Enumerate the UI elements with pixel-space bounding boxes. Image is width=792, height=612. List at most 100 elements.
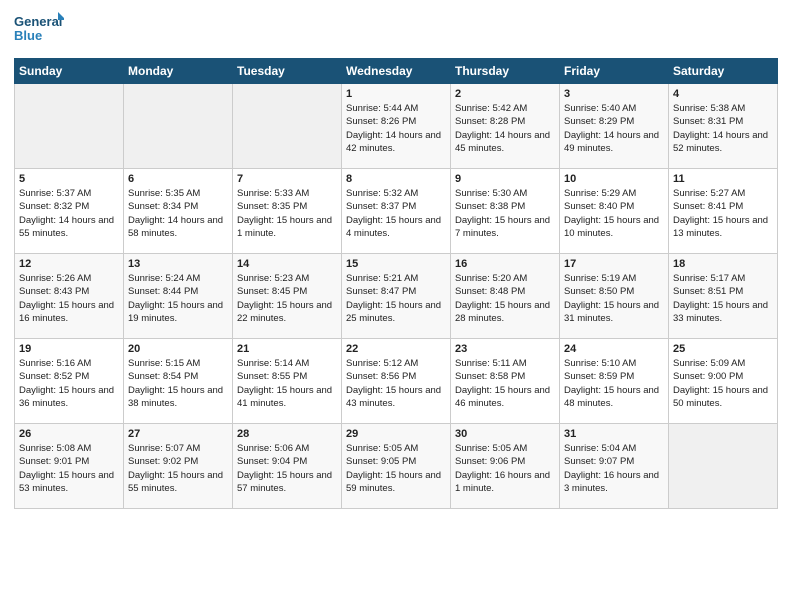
day-info: Sunrise: 5:33 AMSunset: 8:35 PMDaylight:… [237, 187, 337, 240]
logo-icon: General Blue [14, 10, 64, 50]
day-info: Sunrise: 5:15 AMSunset: 8:54 PMDaylight:… [128, 357, 228, 410]
day-info: Sunrise: 5:14 AMSunset: 8:55 PMDaylight:… [237, 357, 337, 410]
day-number: 20 [128, 343, 228, 355]
calendar-cell: 1 Sunrise: 5:44 AMSunset: 8:26 PMDayligh… [342, 84, 451, 169]
day-number: 31 [564, 428, 664, 440]
day-info: Sunrise: 5:42 AMSunset: 8:28 PMDaylight:… [455, 102, 555, 155]
day-info: Sunrise: 5:12 AMSunset: 8:56 PMDaylight:… [346, 357, 446, 410]
day-info: Sunrise: 5:30 AMSunset: 8:38 PMDaylight:… [455, 187, 555, 240]
day-info: Sunrise: 5:16 AMSunset: 8:52 PMDaylight:… [19, 357, 119, 410]
calendar-cell: 23 Sunrise: 5:11 AMSunset: 8:58 PMDaylig… [451, 339, 560, 424]
week-row-3: 12 Sunrise: 5:26 AMSunset: 8:43 PMDaylig… [15, 254, 778, 339]
calendar-cell: 20 Sunrise: 5:15 AMSunset: 8:54 PMDaylig… [124, 339, 233, 424]
svg-text:Blue: Blue [14, 28, 42, 43]
weekday-header-thursday: Thursday [451, 59, 560, 84]
calendar-cell: 10 Sunrise: 5:29 AMSunset: 8:40 PMDaylig… [560, 169, 669, 254]
calendar-cell: 12 Sunrise: 5:26 AMSunset: 8:43 PMDaylig… [15, 254, 124, 339]
calendar-cell: 26 Sunrise: 5:08 AMSunset: 9:01 PMDaylig… [15, 424, 124, 509]
day-number: 21 [237, 343, 337, 355]
day-info: Sunrise: 5:21 AMSunset: 8:47 PMDaylight:… [346, 272, 446, 325]
page: General Blue SundayMondayTuesdayWednesda… [0, 0, 792, 519]
calendar-cell: 25 Sunrise: 5:09 AMSunset: 9:00 PMDaylig… [669, 339, 778, 424]
week-row-4: 19 Sunrise: 5:16 AMSunset: 8:52 PMDaylig… [15, 339, 778, 424]
day-number: 28 [237, 428, 337, 440]
weekday-header-monday: Monday [124, 59, 233, 84]
day-number: 3 [564, 88, 664, 100]
day-info: Sunrise: 5:44 AMSunset: 8:26 PMDaylight:… [346, 102, 446, 155]
calendar-cell: 29 Sunrise: 5:05 AMSunset: 9:05 PMDaylig… [342, 424, 451, 509]
logo: General Blue [14, 10, 64, 50]
weekday-header-friday: Friday [560, 59, 669, 84]
calendar-cell: 13 Sunrise: 5:24 AMSunset: 8:44 PMDaylig… [124, 254, 233, 339]
calendar-cell [669, 424, 778, 509]
calendar-cell [15, 84, 124, 169]
day-info: Sunrise: 5:23 AMSunset: 8:45 PMDaylight:… [237, 272, 337, 325]
day-info: Sunrise: 5:09 AMSunset: 9:00 PMDaylight:… [673, 357, 773, 410]
day-number: 26 [19, 428, 119, 440]
day-number: 9 [455, 173, 555, 185]
week-row-1: 1 Sunrise: 5:44 AMSunset: 8:26 PMDayligh… [15, 84, 778, 169]
day-info: Sunrise: 5:05 AMSunset: 9:05 PMDaylight:… [346, 442, 446, 495]
day-number: 30 [455, 428, 555, 440]
day-number: 13 [128, 258, 228, 270]
calendar-cell: 15 Sunrise: 5:21 AMSunset: 8:47 PMDaylig… [342, 254, 451, 339]
day-number: 7 [237, 173, 337, 185]
weekday-header-sunday: Sunday [15, 59, 124, 84]
calendar-cell [124, 84, 233, 169]
day-info: Sunrise: 5:40 AMSunset: 8:29 PMDaylight:… [564, 102, 664, 155]
calendar-cell: 9 Sunrise: 5:30 AMSunset: 8:38 PMDayligh… [451, 169, 560, 254]
day-number: 19 [19, 343, 119, 355]
calendar-cell: 6 Sunrise: 5:35 AMSunset: 8:34 PMDayligh… [124, 169, 233, 254]
day-number: 23 [455, 343, 555, 355]
day-info: Sunrise: 5:19 AMSunset: 8:50 PMDaylight:… [564, 272, 664, 325]
day-info: Sunrise: 5:04 AMSunset: 9:07 PMDaylight:… [564, 442, 664, 495]
day-number: 22 [346, 343, 446, 355]
calendar-cell: 5 Sunrise: 5:37 AMSunset: 8:32 PMDayligh… [15, 169, 124, 254]
day-number: 12 [19, 258, 119, 270]
day-info: Sunrise: 5:20 AMSunset: 8:48 PMDaylight:… [455, 272, 555, 325]
calendar-cell: 11 Sunrise: 5:27 AMSunset: 8:41 PMDaylig… [669, 169, 778, 254]
calendar-cell [233, 84, 342, 169]
day-info: Sunrise: 5:37 AMSunset: 8:32 PMDaylight:… [19, 187, 119, 240]
calendar-cell: 27 Sunrise: 5:07 AMSunset: 9:02 PMDaylig… [124, 424, 233, 509]
day-number: 17 [564, 258, 664, 270]
calendar-cell: 4 Sunrise: 5:38 AMSunset: 8:31 PMDayligh… [669, 84, 778, 169]
day-info: Sunrise: 5:29 AMSunset: 8:40 PMDaylight:… [564, 187, 664, 240]
day-info: Sunrise: 5:17 AMSunset: 8:51 PMDaylight:… [673, 272, 773, 325]
svg-text:General: General [14, 14, 62, 29]
weekday-header-row: SundayMondayTuesdayWednesdayThursdayFrid… [15, 59, 778, 84]
calendar-cell: 8 Sunrise: 5:32 AMSunset: 8:37 PMDayligh… [342, 169, 451, 254]
calendar-cell: 28 Sunrise: 5:06 AMSunset: 9:04 PMDaylig… [233, 424, 342, 509]
day-number: 24 [564, 343, 664, 355]
day-number: 18 [673, 258, 773, 270]
calendar-cell: 21 Sunrise: 5:14 AMSunset: 8:55 PMDaylig… [233, 339, 342, 424]
calendar-cell: 30 Sunrise: 5:05 AMSunset: 9:06 PMDaylig… [451, 424, 560, 509]
calendar-cell: 22 Sunrise: 5:12 AMSunset: 8:56 PMDaylig… [342, 339, 451, 424]
calendar-cell: 24 Sunrise: 5:10 AMSunset: 8:59 PMDaylig… [560, 339, 669, 424]
weekday-header-saturday: Saturday [669, 59, 778, 84]
day-number: 16 [455, 258, 555, 270]
day-info: Sunrise: 5:32 AMSunset: 8:37 PMDaylight:… [346, 187, 446, 240]
calendar-cell: 14 Sunrise: 5:23 AMSunset: 8:45 PMDaylig… [233, 254, 342, 339]
day-info: Sunrise: 5:10 AMSunset: 8:59 PMDaylight:… [564, 357, 664, 410]
calendar-cell: 7 Sunrise: 5:33 AMSunset: 8:35 PMDayligh… [233, 169, 342, 254]
calendar-cell: 19 Sunrise: 5:16 AMSunset: 8:52 PMDaylig… [15, 339, 124, 424]
calendar-cell: 16 Sunrise: 5:20 AMSunset: 8:48 PMDaylig… [451, 254, 560, 339]
day-number: 4 [673, 88, 773, 100]
day-info: Sunrise: 5:05 AMSunset: 9:06 PMDaylight:… [455, 442, 555, 495]
day-number: 6 [128, 173, 228, 185]
day-number: 2 [455, 88, 555, 100]
week-row-2: 5 Sunrise: 5:37 AMSunset: 8:32 PMDayligh… [15, 169, 778, 254]
day-number: 15 [346, 258, 446, 270]
day-info: Sunrise: 5:11 AMSunset: 8:58 PMDaylight:… [455, 357, 555, 410]
day-info: Sunrise: 5:24 AMSunset: 8:44 PMDaylight:… [128, 272, 228, 325]
day-number: 8 [346, 173, 446, 185]
calendar-cell: 3 Sunrise: 5:40 AMSunset: 8:29 PMDayligh… [560, 84, 669, 169]
calendar-table: SundayMondayTuesdayWednesdayThursdayFrid… [14, 58, 778, 509]
calendar-cell: 18 Sunrise: 5:17 AMSunset: 8:51 PMDaylig… [669, 254, 778, 339]
week-row-5: 26 Sunrise: 5:08 AMSunset: 9:01 PMDaylig… [15, 424, 778, 509]
day-info: Sunrise: 5:35 AMSunset: 8:34 PMDaylight:… [128, 187, 228, 240]
header: General Blue [14, 10, 778, 50]
day-number: 14 [237, 258, 337, 270]
day-info: Sunrise: 5:06 AMSunset: 9:04 PMDaylight:… [237, 442, 337, 495]
